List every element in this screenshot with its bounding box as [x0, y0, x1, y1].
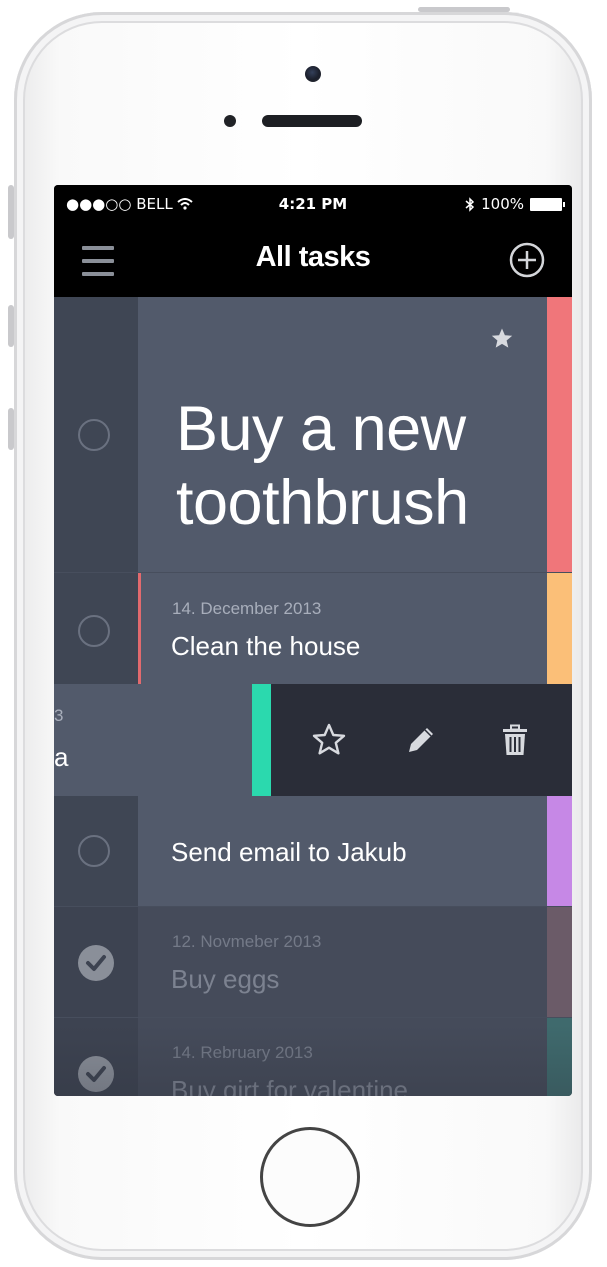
task-body: [138, 573, 547, 684]
nav-bar: All tasks: [54, 225, 572, 297]
task-row[interactable]: Send email to Jakub: [54, 796, 572, 907]
task-date: 14. Rebruary 2013: [172, 1043, 313, 1062]
status-right: 100%: [465, 195, 565, 213]
complete-checkbox[interactable]: [78, 615, 110, 647]
battery-icon: [530, 197, 565, 211]
edit-icon[interactable]: [401, 720, 441, 760]
volume-down-button: [8, 408, 14, 450]
home-button[interactable]: [260, 1127, 360, 1227]
task-row-completed[interactable]: 14. Rebruary 2013 Buy girt for valentine: [54, 1018, 572, 1096]
checkmark-icon: [86, 1066, 106, 1082]
swiped-task-card[interactable]: 3 a: [54, 684, 252, 796]
task-body: [138, 907, 547, 1018]
completed-check-icon[interactable]: [78, 1056, 114, 1092]
task-color-bar: [547, 297, 572, 573]
bluetooth-icon: [465, 196, 475, 212]
task-color-bar: [547, 796, 572, 907]
task-date: 3: [54, 706, 64, 725]
task-date: 14. December 2013: [172, 599, 322, 618]
favorite-star-icon[interactable]: [490, 327, 514, 351]
trash-icon[interactable]: [495, 720, 535, 760]
status-bar: ●●●○○ BELL 4:21 PM 100%: [54, 185, 572, 225]
star-icon[interactable]: [309, 720, 349, 760]
battery-percent: 100%: [481, 195, 524, 213]
add-task-icon[interactable]: [509, 242, 545, 278]
earpiece-speaker: [262, 115, 362, 127]
task-title: a: [54, 742, 69, 772]
task-title: Send email to Jakub: [171, 837, 407, 867]
front-camera: [305, 66, 321, 82]
complete-checkbox[interactable]: [78, 835, 110, 867]
app-screen: ●●●○○ BELL 4:21 PM 100% All tasks Buy a …: [54, 185, 572, 1096]
priority-marker: [138, 573, 141, 684]
task-row[interactable]: 14. December 2013 Clean the house: [54, 573, 572, 684]
task-row-featured[interactable]: Buy a new toothbrush: [54, 297, 572, 573]
task-color-bar: [252, 684, 271, 796]
task-color-bar: [547, 1018, 572, 1096]
task-date: 12. Novmeber 2013: [172, 932, 322, 951]
task-title: Buy girt for valentine: [171, 1075, 409, 1096]
completed-check-icon[interactable]: [78, 945, 114, 981]
task-color-bar: [547, 573, 572, 684]
volume-up-button: [8, 305, 14, 347]
mute-switch: [8, 185, 14, 239]
task-row-swiped[interactable]: 3 a: [54, 684, 572, 796]
power-button: [418, 7, 510, 12]
page-title: All tasks: [255, 241, 371, 273]
task-color-bar: [547, 907, 572, 1018]
task-title: Buy eggs: [171, 964, 280, 994]
task-title: Buy a new toothbrush: [176, 394, 469, 538]
task-row-completed[interactable]: 12. Novmeber 2013 Buy eggs: [54, 907, 572, 1018]
complete-checkbox[interactable]: [78, 419, 110, 451]
proximity-sensor: [224, 115, 236, 127]
checkmark-icon: [86, 955, 106, 971]
task-title: Clean the house: [171, 631, 361, 661]
